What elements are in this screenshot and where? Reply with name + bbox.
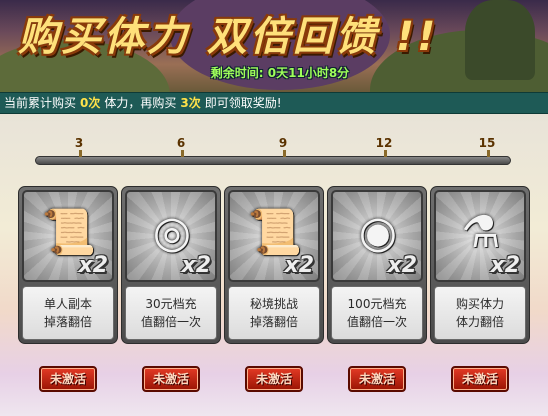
reward-description: 购买体力 体力翻倍 — [434, 286, 526, 340]
purchase-count: 0次 — [80, 96, 101, 110]
status-badge: 未激活 — [39, 366, 97, 392]
progress-tick: 12 — [375, 136, 393, 150]
reward-multiplier: x2 — [284, 253, 315, 278]
reward-description: 秘境挑战 掉落翻倍 — [228, 286, 320, 340]
reward-icon-box: 📜 x2 — [22, 190, 114, 282]
reward-multiplier: x2 — [490, 253, 521, 278]
reward-card[interactable]: 📜 x2 秘境挑战 掉落翻倍 — [224, 186, 324, 344]
reward-icon-box: ⚗ x2 — [434, 190, 526, 282]
reward-desc-line: 购买体力 — [455, 297, 504, 311]
countdown-timer: 剩余时间: 0天11小时8分 — [210, 66, 350, 80]
status-badge: 未激活 — [245, 366, 303, 392]
progress-tick: 15 — [478, 136, 496, 150]
purchase-info-bar: 当前累计购买 0次 体力，再购买 3次 即可领取奖励! — [0, 92, 548, 114]
reward-desc-line: 值翻倍一次 — [140, 315, 201, 329]
reward-card[interactable]: 📜 x2 单人副本 掉落翻倍 — [18, 186, 118, 344]
reward-multiplier: x2 — [387, 253, 418, 278]
progress-marker — [384, 150, 387, 157]
progress-marker — [181, 150, 184, 157]
info-text: 即可领取奖励! — [204, 96, 282, 110]
title-banner: 购买体力 双倍回馈 !! 剩余时间: 0天11小时8分 — [0, 0, 548, 92]
status-badge: 未激活 — [451, 366, 509, 392]
reward-card[interactable]: ⚗ x2 购买体力 体力翻倍 — [430, 186, 530, 344]
reward-icon-box: ◎ x2 — [125, 190, 217, 282]
progress-tick: 9 — [278, 136, 288, 150]
reward-description: 30元档充 值翻倍一次 — [125, 286, 217, 340]
reward-desc-line: 掉落翻倍 — [43, 315, 92, 329]
remaining-count: 3次 — [180, 96, 201, 110]
progress-tick: 6 — [176, 136, 186, 150]
reward-desc-line: 30元档充 — [145, 297, 197, 311]
reward-desc-line: 秘境挑战 — [249, 297, 298, 311]
reward-card[interactable]: ◎ x2 30元档充 值翻倍一次 — [121, 186, 221, 344]
info-text: 当前累计购买 — [4, 96, 77, 110]
reward-description: 100元档充 值翻倍一次 — [331, 286, 423, 340]
reward-description: 单人副本 掉落翻倍 — [22, 286, 114, 340]
reward-multiplier: x2 — [78, 253, 109, 278]
event-panel: 购买体力 双倍回馈 !! 剩余时间: 0天11小时8分 当前累计购买 0次 体力，再… — [0, 0, 548, 416]
reward-desc-line: 值翻倍一次 — [346, 315, 407, 329]
progress-bar — [35, 150, 511, 165]
reward-icon-box: 📜 x2 — [228, 190, 320, 282]
reward-desc-line: 100元档充 — [347, 297, 407, 311]
reward-icon-box: ◉ x2 — [331, 190, 423, 282]
progress-marker — [79, 150, 82, 157]
progress-marker — [487, 150, 490, 157]
page-title: 购买体力 双倍回馈 !! — [18, 14, 439, 60]
progress-tick: 3 — [74, 136, 84, 150]
reward-desc-line: 体力翻倍 — [455, 315, 504, 329]
status-badge: 未激活 — [348, 366, 406, 392]
info-text: 体力，再购买 — [104, 96, 177, 110]
reward-multiplier: x2 — [181, 253, 212, 278]
reward-desc-line: 掉落翻倍 — [249, 315, 298, 329]
reward-card[interactable]: ◉ x2 100元档充 值翻倍一次 — [327, 186, 427, 344]
progress-marker — [283, 150, 286, 157]
status-badge: 未激活 — [142, 366, 200, 392]
reward-desc-line: 单人副本 — [43, 297, 92, 311]
progress-ticks: 3 6 9 12 15 — [0, 136, 548, 154]
